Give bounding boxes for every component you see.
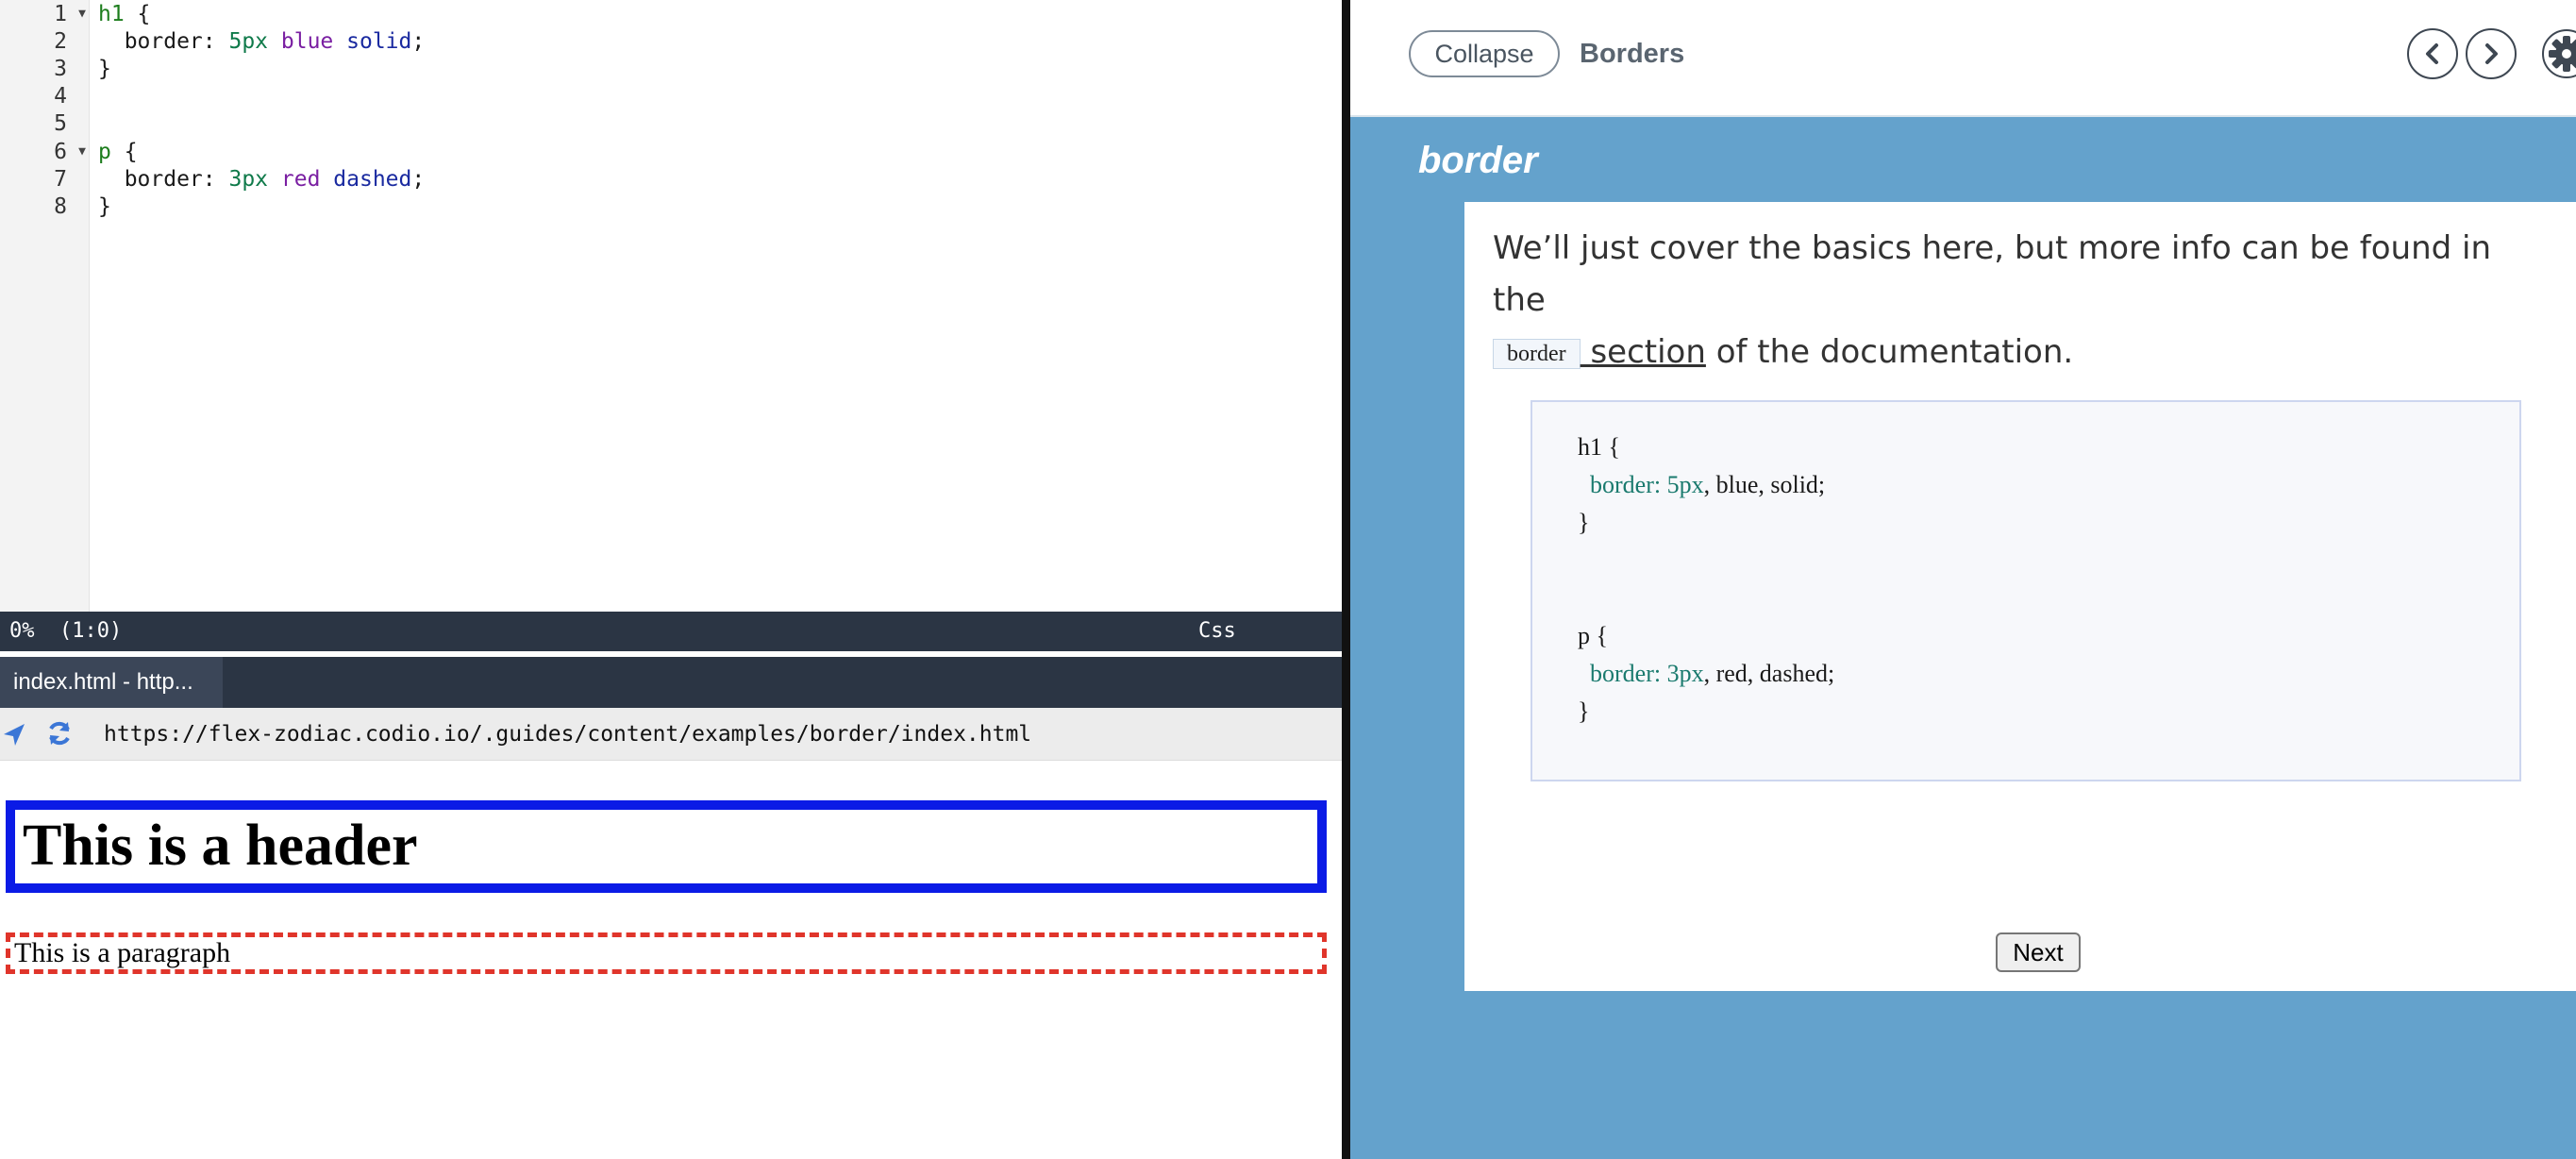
gutter-line: 7 xyxy=(0,165,90,193)
intro-text-end: of the documentation. xyxy=(1705,333,2074,371)
code-line[interactable]: } xyxy=(98,193,111,221)
code-sample-line: border: 5px, blue, solid; xyxy=(1590,471,1826,498)
editor-status-bar: 0% (1:0) Css xyxy=(0,612,1342,651)
guide-toolbar: Collapse Borders xyxy=(1350,0,2576,117)
guide-panel: Collapse Borders border We’ll just cover… xyxy=(1350,0,2576,1159)
guide-title: Borders xyxy=(1580,39,1685,69)
gutter-line: 1 ▼ xyxy=(0,0,90,28)
gutter-line: 6 ▼ xyxy=(0,138,90,166)
code-token: { xyxy=(124,2,151,26)
section-banner: border xyxy=(1350,119,2576,202)
line-number: 7 xyxy=(54,167,67,192)
code-token: border: xyxy=(98,29,229,54)
triangle-down-icon[interactable]: ▼ xyxy=(78,0,86,28)
gutter-line: 4 xyxy=(0,82,90,110)
code-sample-block: h1 { border: 5px, blue, solid; } p { bor… xyxy=(1531,400,2521,781)
gutter-line: 5 xyxy=(0,109,90,138)
code-sample-line: h1 { xyxy=(1578,433,1620,461)
code-token: ; xyxy=(411,167,426,192)
code-token: dashed xyxy=(333,167,412,192)
code-token: { xyxy=(110,140,138,164)
code-token: red xyxy=(280,167,321,192)
preview-address-bar: https://flex-zodiac.codio.io/.guides/con… xyxy=(0,708,1342,761)
preview-tab-bar: index.html - http... xyxy=(0,657,1342,708)
next-page-button[interactable] xyxy=(2466,28,2517,79)
code-token: solid xyxy=(346,29,412,54)
demo-header: This is a header xyxy=(6,800,1327,893)
code-sample-line: } xyxy=(1578,697,1590,725)
location-arrow-icon[interactable] xyxy=(2,721,26,747)
section-heading: border xyxy=(1418,140,1538,181)
line-number-gutter: 1 ▼ 2 3 4 5 6 ▼ 7 8 xyxy=(0,0,90,612)
chevron-left-icon xyxy=(2426,43,2438,64)
next-button[interactable]: Next xyxy=(1996,932,2081,972)
code-sample-line: } xyxy=(1578,509,1590,536)
code-editor[interactable]: 1 ▼ 2 3 4 5 6 ▼ 7 8 h1 { border: 5px blue … xyxy=(0,0,1342,612)
gutter-line: 2 xyxy=(0,27,90,56)
documentation-link[interactable]: section xyxy=(1581,333,1705,371)
line-number: 2 xyxy=(54,29,67,54)
url-field[interactable]: https://flex-zodiac.codio.io/.guides/con… xyxy=(104,708,1031,761)
preview-tab[interactable]: index.html - http... xyxy=(0,657,223,708)
code-token: } xyxy=(98,194,111,219)
code-line[interactable]: p { xyxy=(98,138,138,166)
code-token: } xyxy=(98,57,111,81)
code-token: 5px xyxy=(228,29,269,54)
gear-icon[interactable] xyxy=(2541,28,2576,79)
line-number: 8 xyxy=(54,194,67,219)
guide-content: We’ll just cover the basics here, but mo… xyxy=(1464,202,2576,991)
demo-paragraph: This is a paragraph xyxy=(6,932,1327,974)
code-token: 3px xyxy=(228,167,269,192)
line-number: 5 xyxy=(54,111,67,136)
code-sample-line: p { xyxy=(1578,622,1608,649)
line-number: 4 xyxy=(54,84,67,109)
previous-page-button[interactable] xyxy=(2407,28,2458,79)
code-line[interactable]: border: 3px red dashed; xyxy=(98,165,426,193)
refresh-icon[interactable] xyxy=(45,719,74,747)
line-number: 1 xyxy=(54,2,67,26)
gutter-line: 3 xyxy=(0,55,90,83)
code-token: border: xyxy=(98,167,229,192)
cursor-position: 0% (1:0) xyxy=(9,619,123,643)
pane-divider[interactable] xyxy=(1342,0,1350,1159)
chevron-right-icon xyxy=(2485,43,2498,64)
intro-text: We’ll just cover the basics here, but mo… xyxy=(1493,229,2492,319)
preview-page: This is a header This is a paragraph xyxy=(0,761,1342,1159)
code-token: ; xyxy=(411,29,426,54)
border-code-chip: border xyxy=(1493,338,1581,369)
code-line[interactable]: h1 { xyxy=(98,0,150,28)
code-token: h1 xyxy=(98,2,125,26)
code-token: blue xyxy=(280,29,334,54)
triangle-down-icon[interactable]: ▼ xyxy=(78,138,86,166)
gutter-line: 8 xyxy=(0,193,90,221)
collapse-button[interactable]: Collapse xyxy=(1409,30,1560,77)
line-number: 3 xyxy=(54,57,67,81)
language-mode[interactable]: Css xyxy=(1198,612,1236,651)
intro-paragraph: We’ll just cover the basics here, but mo… xyxy=(1493,223,2550,378)
line-number: 6 xyxy=(54,140,67,164)
code-token: p xyxy=(98,140,111,164)
code-line[interactable]: } xyxy=(98,55,111,83)
code-sample-line: border: 3px, red, dashed; xyxy=(1590,660,1835,687)
code-line[interactable]: border: 5px blue solid; xyxy=(98,27,426,56)
